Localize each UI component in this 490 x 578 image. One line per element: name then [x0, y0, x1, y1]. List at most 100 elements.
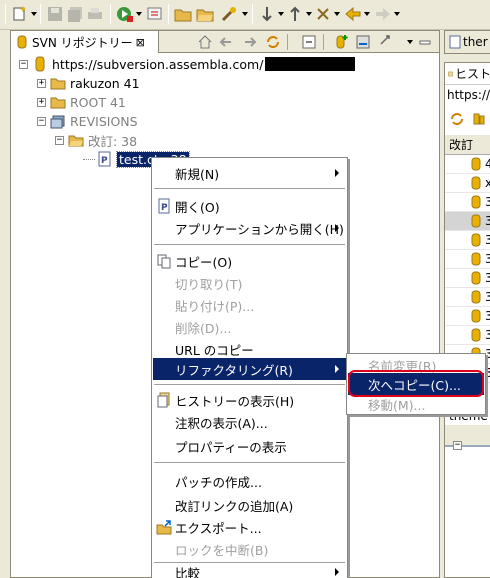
chevron-down-icon[interactable] [394, 12, 400, 16]
chevron-down-icon[interactable] [334, 12, 340, 16]
previous-annotation-icon[interactable] [286, 5, 304, 23]
tab-svn-repository[interactable]: SVN リポジトリー ⊠ [11, 31, 159, 53]
menu-item-create-patch[interactable]: パッチの作成... [153, 470, 346, 492]
menu-label: プロパティーの表示 [175, 439, 287, 455]
tree-item[interactable]: − [453, 436, 466, 450]
chevron-down-icon[interactable] [136, 12, 142, 16]
home-icon[interactable] [197, 34, 213, 50]
close-icon[interactable]: ⊠ [136, 36, 145, 49]
refresh-icon[interactable] [265, 34, 281, 50]
forward-icon[interactable] [241, 34, 257, 50]
last-edit-icon[interactable] [314, 5, 332, 23]
new-wizard-icon[interactable] [11, 5, 29, 23]
tree-item-rakuzon[interactable]: + rakuzon 41 [37, 74, 140, 92]
tree-item-label: ROOT 41 [70, 94, 126, 110]
repository-icon [35, 56, 45, 72]
menu-item-copy-url[interactable]: URL のコピー [153, 338, 346, 360]
menu-separator [154, 384, 345, 386]
menu-label: ヒストリーの表示(H) [175, 393, 295, 409]
history-row[interactable]: 3 [445, 288, 490, 307]
expand-icon[interactable]: + [37, 97, 46, 107]
menu-item-cut[interactable]: 切り取り(T) [153, 272, 346, 294]
menu-label: 開く(O) [175, 199, 220, 215]
context-menu: 新規(N) P 開く(O) アプリケーションから開く(H) コピー(O) 切り取… [151, 157, 348, 578]
tree-item-revisions[interactable]: − REVISIONS [37, 112, 138, 130]
open-folder-icon[interactable] [196, 5, 214, 23]
revision-number: 3 [485, 271, 490, 285]
menu-item-refactor[interactable]: リファクタリング(R) [153, 358, 346, 380]
menu-item-show-properties[interactable]: プロパティーの表示 [153, 435, 346, 457]
collapse-all-icon[interactable] [301, 34, 317, 50]
chevron-down-icon[interactable] [242, 12, 248, 16]
history-row[interactable]: x [445, 174, 490, 193]
view-menu-icon[interactable] [407, 40, 413, 44]
menu-item-paste[interactable]: 貼り付け(P)... [153, 294, 346, 316]
forward-icon[interactable] [374, 5, 392, 23]
link-icon[interactable] [377, 34, 393, 50]
menu-label: 改訂リンクの追加(A) [175, 498, 294, 514]
main-toolbar [0, 0, 490, 30]
folder-icon [50, 78, 66, 90]
tab-theme-editor[interactable]: ther [444, 30, 490, 54]
folder-icon [50, 97, 66, 109]
collapse-icon[interactable]: − [37, 116, 46, 126]
chevron-down-icon[interactable] [306, 12, 312, 16]
menu-item-show-history[interactable]: ヒストリーの表示(H) [153, 389, 346, 411]
history-row[interactable]: 3 [445, 307, 490, 326]
column-header[interactable]: 改訂 [445, 135, 490, 155]
back-icon[interactable] [344, 5, 362, 23]
back-icon[interactable] [219, 34, 235, 50]
refresh-icon[interactable] [449, 111, 465, 127]
tree-root-item[interactable]: − https://subversion.assembla.com/ [19, 55, 356, 73]
revision-icon [471, 195, 481, 209]
revision-number: 3 [485, 214, 490, 228]
new-repository-icon[interactable] [333, 34, 349, 50]
tree-item-label: 改訂: 38 [88, 133, 138, 149]
menu-item-copy[interactable]: コピー(O) [153, 250, 346, 272]
minimize-icon[interactable] [417, 34, 433, 50]
menu-item-delete[interactable]: 削除(D)... [153, 316, 346, 338]
svn-checkout-icon[interactable] [355, 34, 371, 50]
php-file-icon: P [98, 151, 111, 167]
menu-item-compare[interactable]: 比較 [153, 561, 346, 578]
compare-icon[interactable] [471, 111, 487, 127]
history-row[interactable]: 3 [445, 326, 490, 345]
menu-item-add-revision-link[interactable]: 改訂リンクの追加(A) [153, 494, 346, 516]
revision-number: 3 [485, 233, 490, 247]
menu-item-open-with[interactable]: アプリケーションから開く(H) [153, 217, 346, 239]
history-row[interactable]: 4 [445, 155, 490, 174]
collapse-icon[interactable]: − [453, 441, 462, 450]
collapse-icon[interactable]: − [55, 135, 64, 145]
menu-item-break-lock[interactable]: ロックを中断(B) [153, 538, 346, 560]
open-folder-icon[interactable] [174, 5, 192, 23]
expand-icon[interactable]: + [37, 78, 46, 88]
tree-item-label: https://subversion.assembla.com/ [52, 56, 264, 72]
open-type-icon[interactable] [146, 5, 164, 23]
history-row[interactable]: 3 [445, 212, 490, 231]
save-all-icon[interactable] [66, 5, 84, 23]
history-row[interactable]: 3 [445, 269, 490, 288]
tree-item-root-folder[interactable]: + ROOT 41 [37, 93, 126, 111]
folder-open-icon [68, 135, 84, 147]
menu-item-export[interactable]: エクスポート... [153, 516, 346, 538]
next-annotation-icon[interactable] [258, 5, 276, 23]
tree-item-label: rakuzon 41 [70, 75, 140, 91]
history-row[interactable]: 3 [445, 250, 490, 269]
history-tab[interactable]: ヒスト [445, 63, 490, 85]
menu-item-new[interactable]: 新規(N) [153, 162, 346, 184]
run-icon[interactable] [116, 5, 134, 23]
collapse-icon[interactable]: − [19, 59, 28, 69]
chevron-down-icon[interactable] [364, 12, 370, 16]
tab-title: ther [463, 35, 488, 49]
chevron-down-icon[interactable] [31, 12, 37, 16]
history-row[interactable]: 3 [445, 231, 490, 250]
print-icon[interactable] [86, 5, 104, 23]
save-icon[interactable] [46, 5, 64, 23]
menu-item-show-annotation[interactable]: 注釈の表示(A)... [153, 411, 346, 433]
menu-label: 貼り付け(P)... [175, 298, 255, 314]
tree-item-revision[interactable]: − 改訂: 38 [55, 131, 137, 149]
search-icon[interactable] [220, 5, 238, 23]
history-row[interactable]: 3 [445, 193, 490, 212]
chevron-down-icon[interactable] [278, 12, 284, 16]
menu-item-open[interactable]: P 開く(O) [153, 195, 346, 217]
